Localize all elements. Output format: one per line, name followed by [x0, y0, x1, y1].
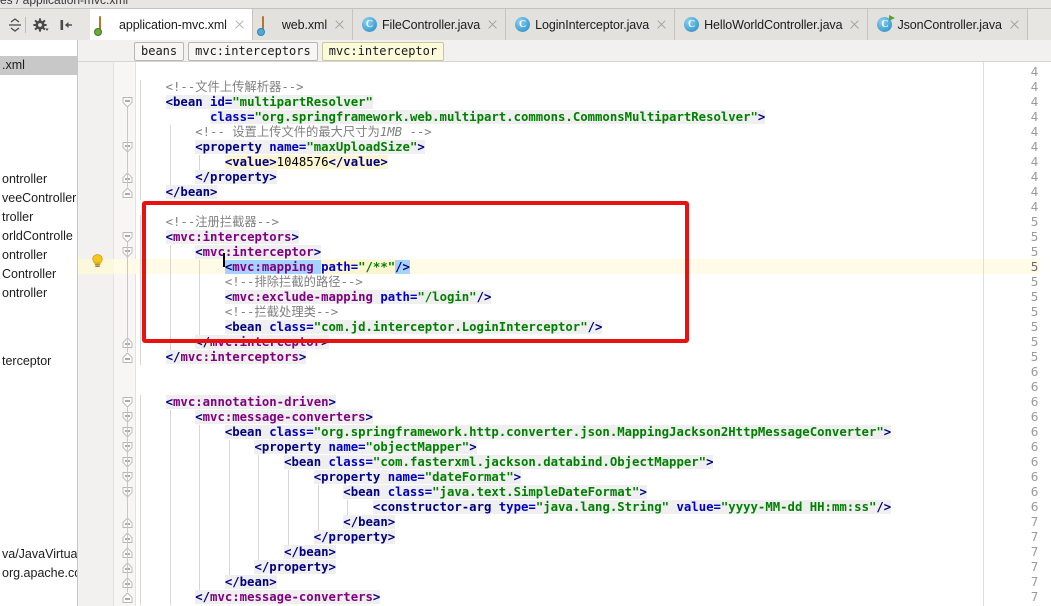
code-line[interactable]: <property name="maxUploadSize">	[136, 140, 425, 155]
code-editor[interactable]: 4041424344454647484950515253545556575859…	[78, 62, 1051, 606]
close-icon[interactable]	[1009, 19, 1020, 30]
code-line[interactable]: </bean>	[136, 515, 396, 530]
fold-region-line	[127, 242, 128, 352]
project-toolbar	[0, 9, 90, 40]
project-tree-panel[interactable]: .xml ontroller veeController troller orldCon…	[0, 40, 78, 606]
close-icon[interactable]	[849, 19, 860, 30]
code-line[interactable]: <bean id="multipartResolver"	[136, 95, 373, 110]
editor-tab-label: HelloWorldController.java	[704, 17, 843, 32]
code-line[interactable]: </mvc:interceptors>	[136, 350, 307, 365]
code-line[interactable]: </mvc:message-converters>	[136, 590, 381, 605]
close-icon[interactable]	[656, 19, 667, 30]
editor-tab[interactable]: C LoginInterceptor.java	[506, 9, 676, 40]
code-line[interactable]: </property>	[136, 530, 396, 545]
code-line[interactable]: class="org.springframework.web.multipart…	[136, 110, 766, 125]
xml-file-icon	[99, 16, 114, 35]
editor-scrollbar[interactable]	[1039, 62, 1051, 606]
java-class-icon: C	[362, 17, 378, 32]
editor-tab[interactable]: C JsonController.java	[868, 9, 1028, 40]
project-tree-item[interactable]: Controller	[0, 265, 77, 284]
fold-expand-icon[interactable]	[122, 352, 133, 363]
project-tree-item[interactable]: org.apache.co	[0, 564, 77, 583]
code-line[interactable]: <mvc:interceptors>	[136, 230, 299, 245]
editor-tab-label: LoginInterceptor.java	[535, 17, 650, 32]
collapse-all-icon[interactable]	[6, 16, 24, 34]
code-text[interactable]: <!--文件上传解析器--> <bean id="multipartResolv…	[136, 62, 1051, 606]
code-line[interactable]: <mvc:exclude-mapping path="/login"/>	[136, 290, 492, 305]
code-line[interactable]: <bean class="com.fasterxml.jackson.datab…	[136, 455, 714, 470]
hide-panel-icon[interactable]	[57, 16, 75, 34]
java-class-icon: C	[684, 17, 700, 32]
line-number-gutter[interactable]	[78, 62, 114, 606]
xml-file-icon	[261, 16, 277, 35]
ide-window: es / application-mvc.xml application-mvc…	[0, 0, 1051, 606]
project-tree-item[interactable]: ontroller	[0, 246, 77, 265]
code-line[interactable]: <bean class="java.text.SimpleDateFormat"…	[136, 485, 647, 500]
close-icon[interactable]	[334, 19, 345, 30]
right-margin-guide	[983, 62, 984, 606]
code-line[interactable]: </mvc:interceptor>	[136, 335, 329, 350]
code-line[interactable]: <mvc:annotation-driven>	[136, 395, 336, 410]
fold-expand-icon[interactable]	[122, 592, 133, 603]
project-tree-item[interactable]: va/JavaVirtua	[0, 545, 77, 564]
project-tree-item[interactable]: orldControlle	[0, 227, 77, 246]
code-line[interactable]: <property name="objectMapper">	[136, 440, 477, 455]
editor-tab-label: JsonController.java	[897, 17, 1002, 32]
editor-tab[interactable]: C HelloWorldController.java	[675, 9, 869, 40]
code-line[interactable]: <mvc:message-converters>	[136, 410, 373, 425]
editor-tabs: application-mvc.xml web.xml C FileControlle…	[90, 9, 1028, 40]
editor-tab-label: web.xml	[281, 17, 328, 32]
code-line[interactable]: <property name="dateFormat">	[136, 470, 522, 485]
editor-tab[interactable]: application-mvc.xml	[90, 9, 253, 40]
settings-gear-icon[interactable]	[32, 16, 50, 34]
breadcrumb-item[interactable]: mvc:interceptor	[321, 42, 445, 61]
code-line[interactable]: <!--拦截处理类-->	[136, 305, 338, 320]
code-line[interactable]: </property>	[136, 560, 336, 575]
editor-tab-bar: application-mvc.xml web.xml C FileControlle…	[0, 9, 1051, 41]
breadcrumb-item[interactable]: beans	[134, 42, 185, 61]
intention-bulb-icon[interactable]	[91, 254, 104, 268]
editor-tab[interactable]: web.xml	[252, 9, 354, 40]
java-class-icon: C	[515, 17, 531, 32]
text-caret	[223, 253, 225, 267]
code-line[interactable]: <bean class="org.springframework.http.co…	[136, 425, 892, 440]
project-tree-item[interactable]: terceptor	[0, 352, 77, 371]
window-path-text: es / application-mvc.xml	[0, 0, 129, 7]
code-line[interactable]: <!--文件上传解析器-->	[136, 80, 304, 95]
code-line[interactable]: <bean class="com.jd.interceptor.LoginInt…	[136, 320, 603, 335]
structure-breadcrumb-bar: beans mvc:interceptors mvc:interceptor	[78, 40, 1051, 62]
project-tree-item[interactable]: veeController	[0, 189, 77, 208]
code-line[interactable]: <!--排除拦截的路径-->	[136, 275, 363, 290]
code-line[interactable]: <mvc:mapping path="/**"/>	[136, 260, 410, 275]
code-line[interactable]: <mvc:interceptor>	[136, 245, 322, 260]
breadcrumb-item[interactable]: mvc:interceptors	[188, 42, 318, 61]
fold-region-line	[127, 107, 128, 187]
editor-tab[interactable]: C FileController.java	[353, 9, 507, 40]
project-tree-item[interactable]: ontroller	[0, 170, 77, 189]
code-line[interactable]: <!--注册拦截器-->	[136, 215, 279, 230]
java-class-icon: C	[877, 17, 893, 32]
close-icon[interactable]	[487, 19, 498, 30]
code-line[interactable]: </bean>	[136, 575, 277, 590]
editor-tab-label: application-mvc.xml	[119, 17, 227, 32]
code-line[interactable]: <!-- 设置上传文件的最大尺寸为1MB -->	[136, 125, 431, 140]
project-tree-item[interactable]: troller	[0, 208, 77, 227]
fold-expand-icon[interactable]	[122, 187, 133, 198]
project-tree-item[interactable]: .xml	[0, 56, 77, 75]
toolbar-divider	[25, 17, 26, 33]
breadcrumb: beans mvc:interceptors mvc:interceptor	[134, 42, 445, 61]
window-path-strip: es / application-mvc.xml	[0, 0, 1051, 9]
project-tree-item[interactable]: ontroller	[0, 284, 77, 303]
code-line[interactable]: <constructor-arg type="java.lang.String"…	[136, 500, 892, 515]
code-line[interactable]: </property>	[136, 170, 277, 185]
editor-tab-label: FileController.java	[382, 17, 481, 32]
close-icon[interactable]	[234, 19, 245, 30]
code-line[interactable]: </bean>	[136, 185, 218, 200]
code-line[interactable]: </bean>	[136, 545, 336, 560]
fold-region-line	[127, 407, 128, 592]
code-line[interactable]: <value>1048576</value>	[136, 155, 388, 170]
